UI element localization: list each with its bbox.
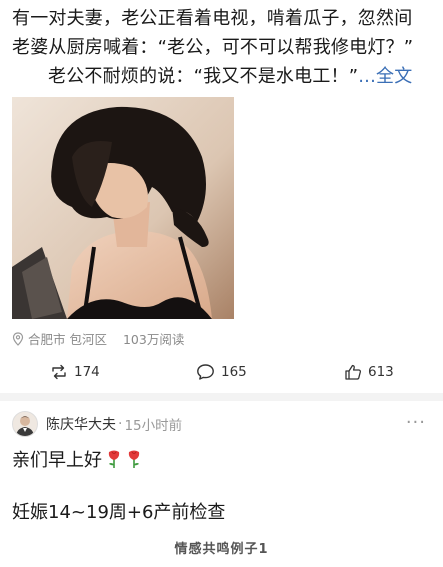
post-actions-bar: 174 165 613 (0, 357, 443, 387)
comment-button[interactable]: 165 (196, 363, 247, 381)
post-line-3: 老公不耐烦的说：“我又不是水电工！”...全文 (12, 62, 437, 91)
avatar[interactable] (12, 411, 38, 437)
repost-count: 174 (74, 364, 100, 380)
post-body: 有一对夫妻，老公正看着电视，啃着瓜子，忽然间 老婆从厨房喊着：“老公，可不可以帮… (12, 4, 437, 91)
like-icon (345, 364, 362, 380)
section-divider (0, 393, 443, 401)
comment-timestamp: 15小时前 (124, 418, 183, 434)
post-location[interactable]: 合肥市 包河区 (28, 329, 107, 348)
comment-greeting: 亲们早上好 (12, 446, 142, 472)
location-pin-icon (12, 331, 24, 346)
comment-icon (197, 364, 214, 380)
figure-caption: 情感共鸣例子1 (174, 542, 269, 557)
more-dots-icon[interactable]: ··· (406, 412, 426, 433)
repost-icon (52, 364, 66, 380)
post-photo[interactable] (12, 97, 234, 319)
avatar-image (13, 412, 37, 436)
like-button[interactable]: 613 (344, 363, 394, 381)
like-count: 613 (368, 364, 394, 380)
rose-icon (108, 450, 120, 468)
comment-count: 165 (221, 364, 247, 380)
comment-author-name[interactable]: 陈庆华大夫 (46, 414, 116, 434)
post-meta: 合肥市 包河区 103万阅读 (12, 329, 184, 348)
expand-full-text-link[interactable]: ...全文 (358, 66, 412, 87)
comment-pregnancy-line: 妊娠14~19周+6产前检查 (12, 502, 226, 523)
repost-button[interactable]: 174 (50, 363, 100, 381)
post-line-3-text: 老公不耐烦的说：“我又不是水电工！” (48, 66, 359, 87)
post-line-2: 老婆从厨房喊着：“老公，可不可以帮我修电灯？” (12, 37, 414, 58)
greeting-text: 亲们早上好 (12, 450, 102, 471)
post-view-count: 103万阅读 (122, 332, 185, 347)
post-photo-graphic (12, 97, 234, 319)
author-time-separator: · (118, 416, 123, 432)
comment-author-row: 陈庆华大夫 · 15小时前 ··· (12, 410, 432, 438)
rose-icon (128, 450, 140, 468)
post-line-1: 有一对夫妻，老公正看着电视，啃着瓜子，忽然间 (12, 8, 413, 29)
